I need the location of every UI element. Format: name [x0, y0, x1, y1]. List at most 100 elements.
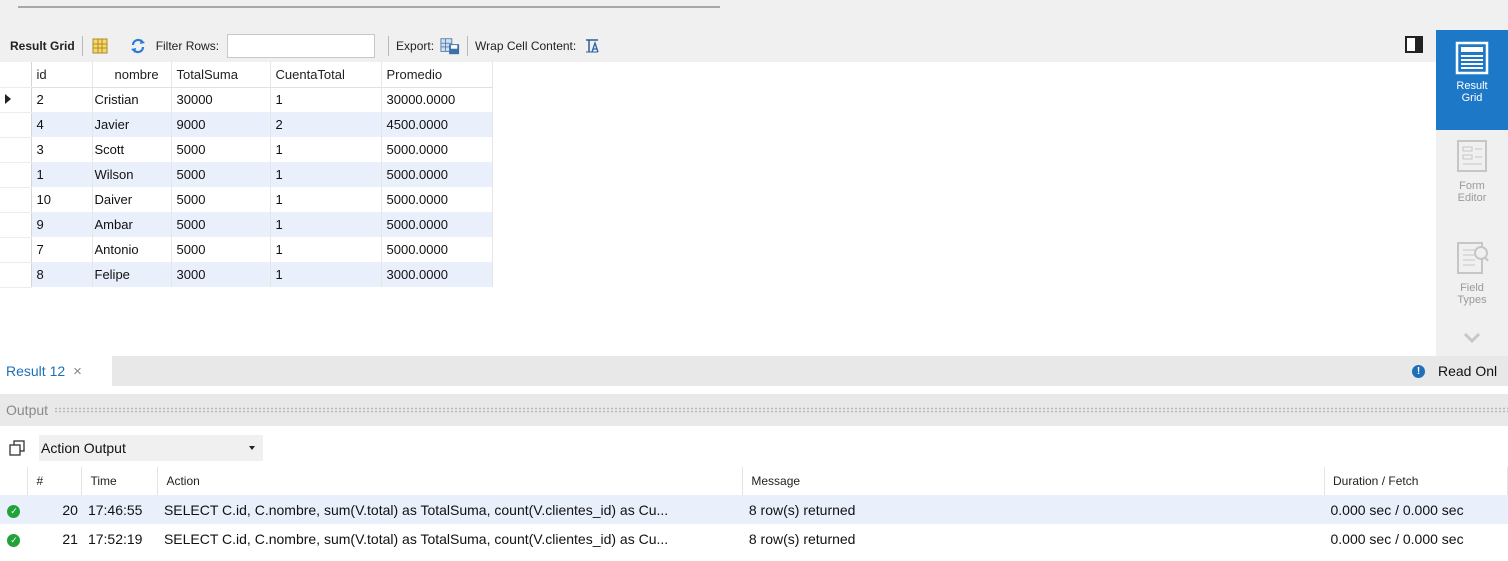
cell-cuentatotal[interactable]: 1 [270, 87, 382, 112]
row-selector[interactable] [0, 262, 32, 288]
cell-totalsuma[interactable]: 9000 [171, 112, 271, 137]
cell-id[interactable]: 7 [31, 237, 93, 262]
cell-totalsuma[interactable]: 5000 [171, 212, 271, 237]
cell-totalsuma[interactable]: 5000 [171, 187, 271, 212]
chevron-down-icon[interactable] [1463, 332, 1481, 347]
output-label: Output [6, 402, 49, 418]
table-row[interactable]: 1 Wilson 5000 1 5000.0000 [0, 162, 493, 188]
cell-totalsuma[interactable]: 5000 [171, 162, 271, 187]
cell-cuentatotal[interactable]: 2 [270, 112, 382, 137]
cell-nombre[interactable]: Wilson [92, 162, 172, 187]
cell-id[interactable]: 9 [31, 212, 93, 237]
cell-promedio[interactable]: 5000.0000 [381, 187, 493, 212]
export-label: Export: [396, 39, 435, 53]
result-grid-view-button[interactable]: Result Grid [1436, 30, 1508, 130]
table-row[interactable]: ✓ 21 17:52:19 SELECT C.id, C.nombre, sum… [0, 524, 1508, 553]
current-row-arrow-icon [5, 94, 11, 104]
cell-promedio[interactable]: 5000.0000 [381, 137, 493, 162]
cell-message: 8 row(s) returned [742, 524, 1325, 553]
cell-nombre[interactable]: Ambar [92, 212, 172, 237]
row-selector[interactable] [0, 237, 32, 263]
filter-rows-input[interactable] [227, 34, 376, 58]
row-header-corner [0, 62, 32, 88]
column-header-nombre[interactable]: nombre [92, 62, 172, 88]
table-row[interactable]: 9 Ambar 5000 1 5000.0000 [0, 212, 493, 238]
cell-promedio[interactable]: 30000.0000 [381, 87, 493, 112]
column-header-action[interactable]: Action [157, 467, 744, 495]
copy-icon[interactable] [9, 440, 25, 456]
cell-promedio[interactable]: 3000.0000 [381, 262, 493, 287]
cell-promedio[interactable]: 5000.0000 [381, 162, 493, 187]
cell-time: 17:52:19 [81, 524, 158, 553]
cell-totalsuma[interactable]: 3000 [171, 262, 271, 287]
cell-cuentatotal[interactable]: 1 [270, 237, 382, 262]
wrap-text-icon[interactable] [582, 36, 602, 56]
cell-id[interactable]: 2 [31, 87, 93, 112]
cell-id[interactable]: 3 [31, 137, 93, 162]
column-header-message[interactable]: Message [742, 467, 1325, 495]
tab-result-12[interactable]: Result 12 × [0, 356, 112, 386]
column-header-totalsuma[interactable]: TotalSuma [171, 62, 271, 88]
splitter-grip[interactable] [54, 407, 1508, 413]
cell-totalsuma[interactable]: 30000 [171, 87, 271, 112]
cell-nombre[interactable]: Daiver [92, 187, 172, 212]
cell-cuentatotal[interactable]: 1 [270, 187, 382, 212]
cell-totalsuma[interactable]: 5000 [171, 237, 271, 262]
cell-nombre[interactable]: Javier [92, 112, 172, 137]
field-types-icon [1457, 242, 1489, 274]
cell-cuentatotal[interactable]: 1 [270, 212, 382, 237]
column-header-promedio[interactable]: Promedio [381, 62, 493, 88]
refresh-icon[interactable] [128, 36, 148, 56]
row-selector[interactable] [0, 112, 32, 138]
table-row[interactable]: 4 Javier 9000 2 4500.0000 [0, 112, 493, 138]
column-header-id[interactable]: id [31, 62, 93, 88]
table-row[interactable]: 8 Felipe 3000 1 3000.0000 [0, 262, 493, 288]
cell-promedio[interactable]: 5000.0000 [381, 237, 493, 262]
success-check-icon: ✓ [7, 505, 21, 518]
table-row[interactable]: 7 Antonio 5000 1 5000.0000 [0, 237, 493, 263]
cell-cuentatotal[interactable]: 1 [270, 262, 382, 287]
close-icon[interactable]: × [73, 363, 82, 380]
form-editor-icon [1457, 140, 1487, 172]
table-row[interactable]: ✓ 20 17:46:55 SELECT C.id, C.nombre, sum… [0, 495, 1508, 524]
row-selector[interactable] [0, 162, 32, 188]
cell-num: 20 [27, 495, 82, 524]
cell-nombre[interactable]: Cristian [92, 87, 172, 112]
table-row[interactable]: 2 Cristian 30000 1 30000.0000 [0, 87, 493, 113]
cell-id[interactable]: 8 [31, 262, 93, 287]
field-types-view-label: Field Types [1457, 282, 1487, 306]
cell-id[interactable]: 4 [31, 112, 93, 137]
cell-nombre[interactable]: Antonio [92, 237, 172, 262]
row-selector[interactable] [0, 87, 32, 113]
cell-id[interactable]: 1 [31, 162, 93, 187]
table-row[interactable]: 3 Scott 5000 1 5000.0000 [0, 137, 493, 163]
cell-id[interactable]: 10 [31, 187, 93, 212]
output-type-select[interactable]: Action Output [39, 435, 263, 461]
toggle-side-panel-icon[interactable] [1405, 36, 1423, 53]
filter-rows-label: Filter Rows: [155, 39, 220, 53]
result-grid: id nombre TotalSuma CuentaTotal Promedio… [0, 62, 1436, 356]
cell-action: SELECT C.id, C.nombre, sum(V.total) as T… [157, 524, 743, 553]
cell-promedio[interactable]: 4500.0000 [381, 112, 493, 137]
cell-cuentatotal[interactable]: 1 [270, 162, 382, 187]
cell-nombre[interactable]: Scott [92, 137, 172, 162]
column-header-duration[interactable]: Duration / Fetch [1324, 467, 1508, 495]
cell-totalsuma[interactable]: 5000 [171, 137, 271, 162]
cell-cuentatotal[interactable]: 1 [270, 137, 382, 162]
grid-layout-icon[interactable] [90, 36, 110, 56]
cell-promedio[interactable]: 5000.0000 [381, 212, 493, 237]
cell-message: 8 row(s) returned [742, 495, 1325, 524]
column-header-cuentatotal[interactable]: CuentaTotal [270, 62, 382, 88]
result-grid-icon [1455, 41, 1489, 75]
column-header-num[interactable]: # [27, 467, 83, 495]
row-selector[interactable] [0, 137, 32, 163]
row-selector[interactable] [0, 187, 32, 213]
cell-nombre[interactable]: Felipe [92, 262, 172, 287]
column-header-time[interactable]: Time [81, 467, 159, 495]
field-types-view-button[interactable]: Field Types [1436, 236, 1508, 326]
editor-scroll-track[interactable] [18, 6, 720, 8]
table-row[interactable]: 10 Daiver 5000 1 5000.0000 [0, 187, 493, 213]
row-selector[interactable] [0, 212, 32, 238]
form-editor-view-button[interactable]: Form Editor [1436, 136, 1508, 226]
export-icon[interactable] [440, 36, 460, 56]
